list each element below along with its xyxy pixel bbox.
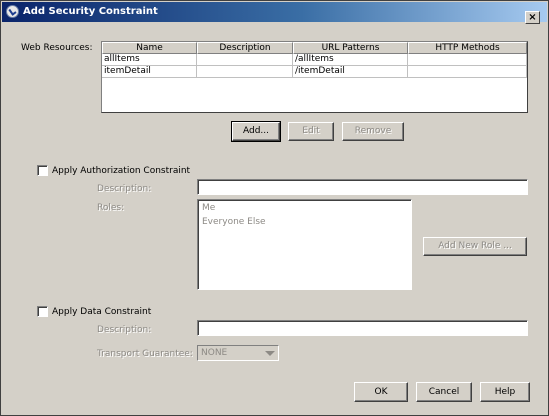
list-item[interactable]: Me [202,203,215,213]
web-resources-table[interactable]: Name Description URL Patterns HTTP Metho… [101,41,528,113]
data-description-label: Description: [97,325,152,335]
table-row[interactable]: allItems /allItems [102,54,527,66]
table-header: Name Description URL Patterns HTTP Metho… [102,42,527,54]
app-icon [6,5,19,18]
column-header-url-patterns[interactable]: URL Patterns [293,42,408,54]
apply-data-constraint-checkbox[interactable] [37,306,48,317]
apply-data-constraint-label[interactable]: Apply Data Constraint [52,307,151,317]
column-header-http-methods[interactable]: HTTP Methods [408,42,527,54]
cell-name[interactable]: itemDetail [102,66,197,77]
cell-description[interactable] [197,66,293,77]
close-icon: × [528,12,537,23]
data-description-field[interactable] [197,320,528,336]
column-header-description[interactable]: Description [197,42,293,54]
table-row[interactable]: itemDetail /itemDetail [102,66,527,78]
cell-url-patterns[interactable]: /allItems [293,54,408,65]
auth-description-field[interactable] [197,179,528,195]
cancel-button[interactable]: Cancel [416,382,472,402]
help-button[interactable]: Help [480,382,530,402]
transport-guarantee-select[interactable]: NONE [197,345,279,361]
dialog-window: Add Security Constraint × Web Resources:… [0,0,549,416]
title-bar[interactable]: Add Security Constraint [2,2,547,22]
ok-button[interactable]: OK [354,382,408,402]
cell-http-methods[interactable] [408,66,527,77]
add-new-role-button[interactable]: Add New Role ... [423,237,527,256]
remove-button[interactable]: Remove [342,122,404,141]
cell-http-methods[interactable] [408,54,527,65]
add-button[interactable]: Add... [231,121,281,142]
chevron-down-icon [265,351,275,356]
window-title: Add Security Constraint [23,6,158,17]
auth-description-label: Description: [97,184,152,194]
roles-list[interactable]: Me Everyone Else [197,199,412,290]
transport-guarantee-label: Transport Guarantee: [97,349,193,359]
roles-label: Roles: [97,203,125,213]
column-header-name[interactable]: Name [102,42,197,54]
apply-authorization-checkbox[interactable] [37,165,48,176]
apply-authorization-label[interactable]: Apply Authorization Constraint [52,166,190,176]
transport-guarantee-value: NONE [201,348,228,358]
close-button[interactable]: × [525,11,540,24]
cell-url-patterns[interactable]: /itemDetail [293,66,408,77]
cell-name[interactable]: allItems [102,54,197,65]
web-resources-label: Web Resources: [21,43,93,53]
edit-button[interactable]: Edit [288,122,334,141]
cell-description[interactable] [197,54,293,65]
list-item[interactable]: Everyone Else [202,217,266,227]
